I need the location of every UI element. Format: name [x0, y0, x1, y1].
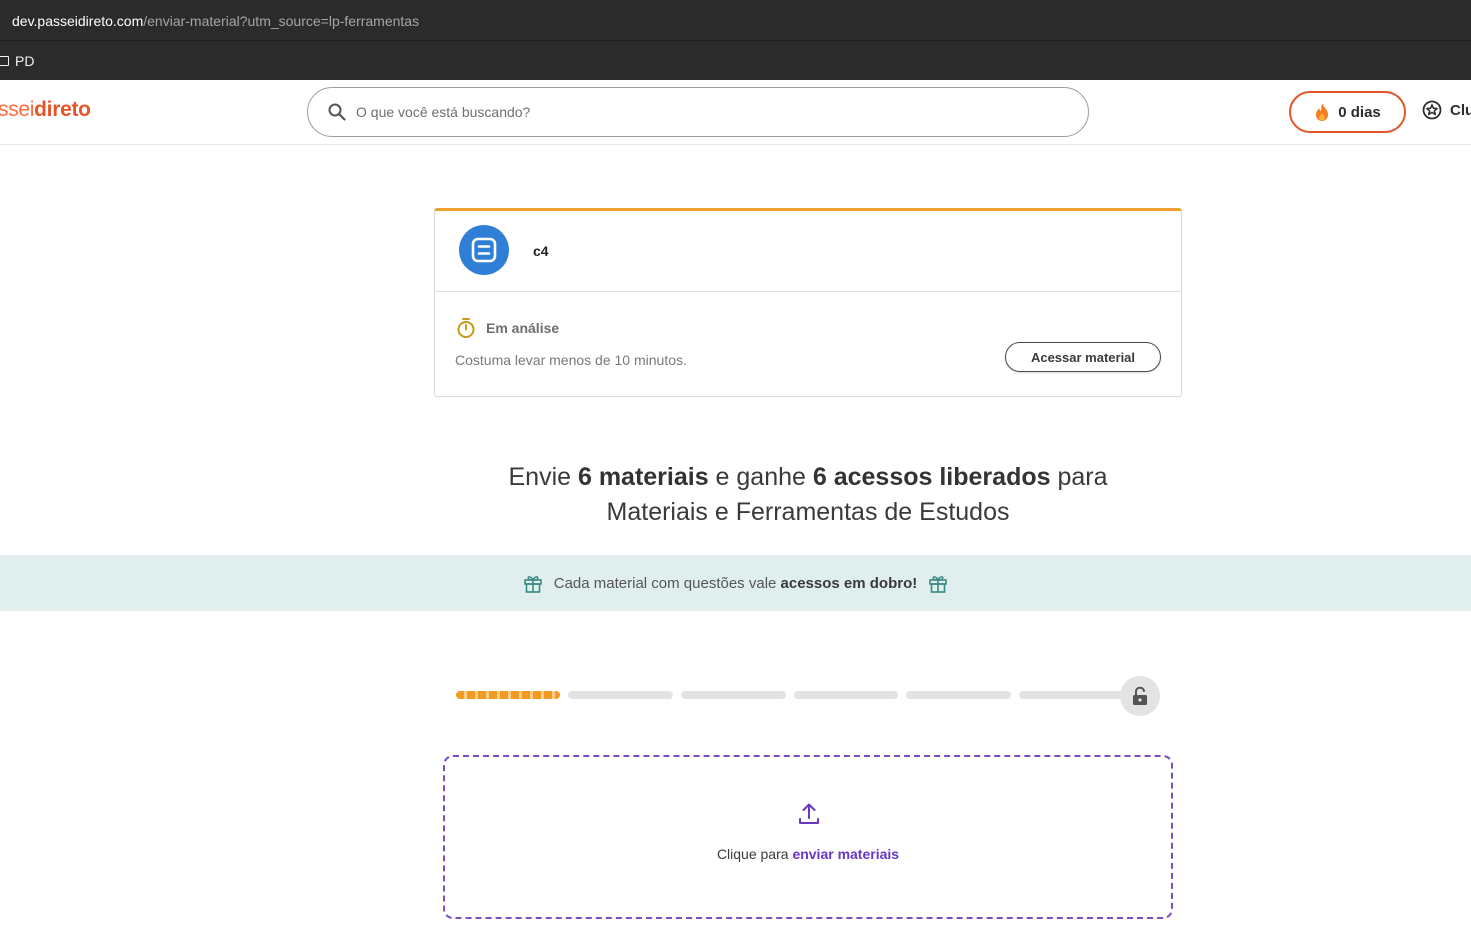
unlock-icon: [1133, 686, 1147, 705]
upload-link[interactable]: enviar materiais: [792, 846, 899, 862]
search-bar[interactable]: [307, 87, 1089, 137]
headline-bold2: 6 acessos liberados: [812, 463, 1051, 491]
headline-bold1: 6 materiais: [577, 463, 709, 491]
star-badge-icon: [1422, 100, 1442, 120]
logo-part2: direto: [34, 98, 91, 121]
banner-text: Cada material com questões vale acessos …: [554, 575, 918, 592]
gift-icon: [929, 576, 948, 593]
club-link[interactable]: Clu: [1422, 100, 1471, 120]
bonus-banner: Cada material com questões vale acessos …: [0, 555, 1471, 611]
bookmark-folder-pd[interactable]: PD: [0, 53, 34, 69]
logo[interactable]: sseidireto: [0, 98, 91, 122]
banner-text-bold: acessos em dobro!: [780, 574, 918, 592]
progress-segment: [568, 691, 673, 699]
headline-line2: Materiais e Ferramentas de Estudos: [606, 498, 1010, 526]
logo-part1: ssei: [0, 98, 35, 121]
search-icon: [328, 103, 346, 121]
search-input[interactable]: [356, 100, 1056, 124]
site-header: sseidireto 0 dias Clu: [0, 80, 1471, 145]
upload-text: Clique para enviar materiais: [445, 846, 1171, 862]
bookmarks-bar: PD: [0, 40, 1471, 80]
folder-icon: [0, 56, 9, 66]
upload-progress: [456, 676, 1161, 716]
upload-text-prefix: Clique para: [716, 846, 793, 862]
card-divider: [435, 291, 1181, 292]
progress-segment: [456, 691, 560, 699]
headline-part2: e ganhe: [708, 463, 813, 491]
progress-segment: [681, 691, 786, 699]
bookmark-label: PD: [15, 53, 35, 69]
streak-label: 0 dias: [1338, 103, 1381, 121]
status-note: Costuma levar menos de 10 minutos.: [455, 352, 687, 368]
streak-button[interactable]: 0 dias: [1289, 91, 1406, 133]
access-material-button[interactable]: Acessar material: [1005, 342, 1161, 372]
url-path: /enviar-material?utm_source=lp-ferrament…: [143, 13, 420, 29]
headline: Envie 6 materiais e ganhe 6 acessos libe…: [435, 460, 1181, 530]
club-label: Clu: [1450, 101, 1471, 119]
headline-line1: Envie 6 materiais e ganhe 6 acessos libe…: [435, 460, 1181, 495]
url-text[interactable]: dev.passeidireto.com/enviar-material?utm…: [12, 13, 419, 29]
upload-dropzone[interactable]: Clique para enviar materiais: [443, 755, 1173, 919]
flame-icon: [1316, 103, 1329, 121]
url-host: dev.passeidireto.com: [12, 13, 144, 29]
material-title[interactable]: c4: [533, 243, 549, 259]
gift-icon: [523, 576, 542, 593]
material-card: c4 Em análise Costuma levar menos de 10 …: [434, 208, 1182, 397]
status-label: Em análise: [486, 320, 560, 336]
stopwatch-icon: [457, 318, 475, 338]
browser-address-bar[interactable]: dev.passeidireto.com/enviar-material?utm…: [0, 0, 1471, 40]
upload-icon: [799, 803, 819, 824]
progress-segment: [906, 691, 1011, 699]
headline-part1: Envie: [508, 463, 578, 491]
progress-segment: [794, 691, 898, 699]
document-icon: [459, 225, 509, 275]
headline-part3: para: [1050, 463, 1108, 491]
status-row: Em análise: [455, 317, 559, 339]
banner-text-regular: Cada material com questões vale: [553, 574, 781, 592]
lock-badge: [1120, 676, 1160, 716]
